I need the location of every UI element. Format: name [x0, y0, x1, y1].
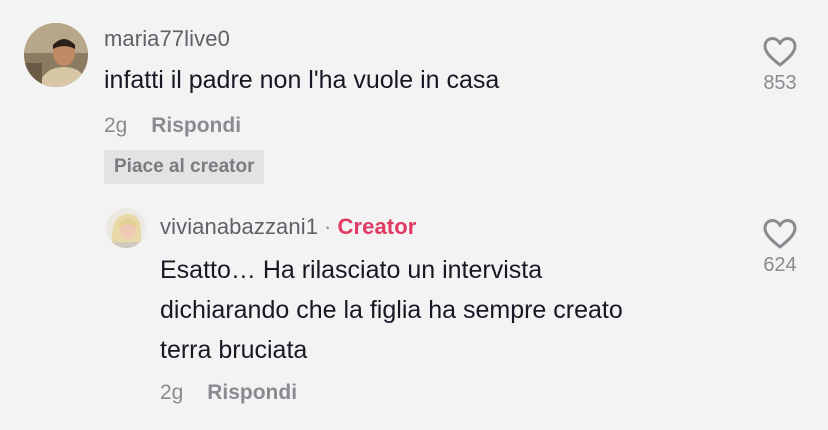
like-button[interactable]: 624 [750, 218, 810, 277]
comment-timestamp: 2g [104, 114, 128, 137]
reply-header: vivianabazzani1 · Creator [160, 214, 416, 240]
reply-text-line: terra bruciata [160, 336, 308, 364]
comment-username[interactable]: maria77live0 [104, 26, 230, 52]
like-button[interactable]: 853 [750, 36, 810, 95]
reply-button[interactable]: Rispondi [151, 114, 241, 137]
comment-text: infatti il padre non l'ha vuole in casa [104, 66, 500, 94]
heart-outline-icon [763, 37, 797, 67]
reply-username[interactable]: vivianabazzani1 [160, 214, 318, 239]
reply-text-line: dichiarando che la figlia ha sempre crea… [160, 296, 623, 324]
liked-by-creator-badge: Piace al creator [104, 150, 265, 184]
reply-meta: 2g Rispondi [160, 381, 297, 405]
heart-outline-icon [763, 219, 797, 249]
reply-text-line: Esatto… Ha rilasciato un intervista [160, 256, 543, 284]
avatar[interactable] [24, 23, 88, 87]
comment-meta: 2g Rispondi [104, 114, 241, 138]
like-count: 624 [763, 254, 797, 276]
reply-timestamp: 2g [160, 381, 184, 404]
avatar[interactable] [106, 208, 146, 248]
avatar-image [106, 208, 146, 248]
reply-button[interactable]: Rispondi [207, 381, 297, 404]
comments-panel: maria77live0 infatti il padre non l'ha v… [0, 0, 828, 430]
like-count: 853 [763, 72, 797, 94]
separator-dot: · [324, 214, 332, 239]
avatar-image [24, 23, 88, 87]
creator-badge: Creator [337, 214, 417, 239]
